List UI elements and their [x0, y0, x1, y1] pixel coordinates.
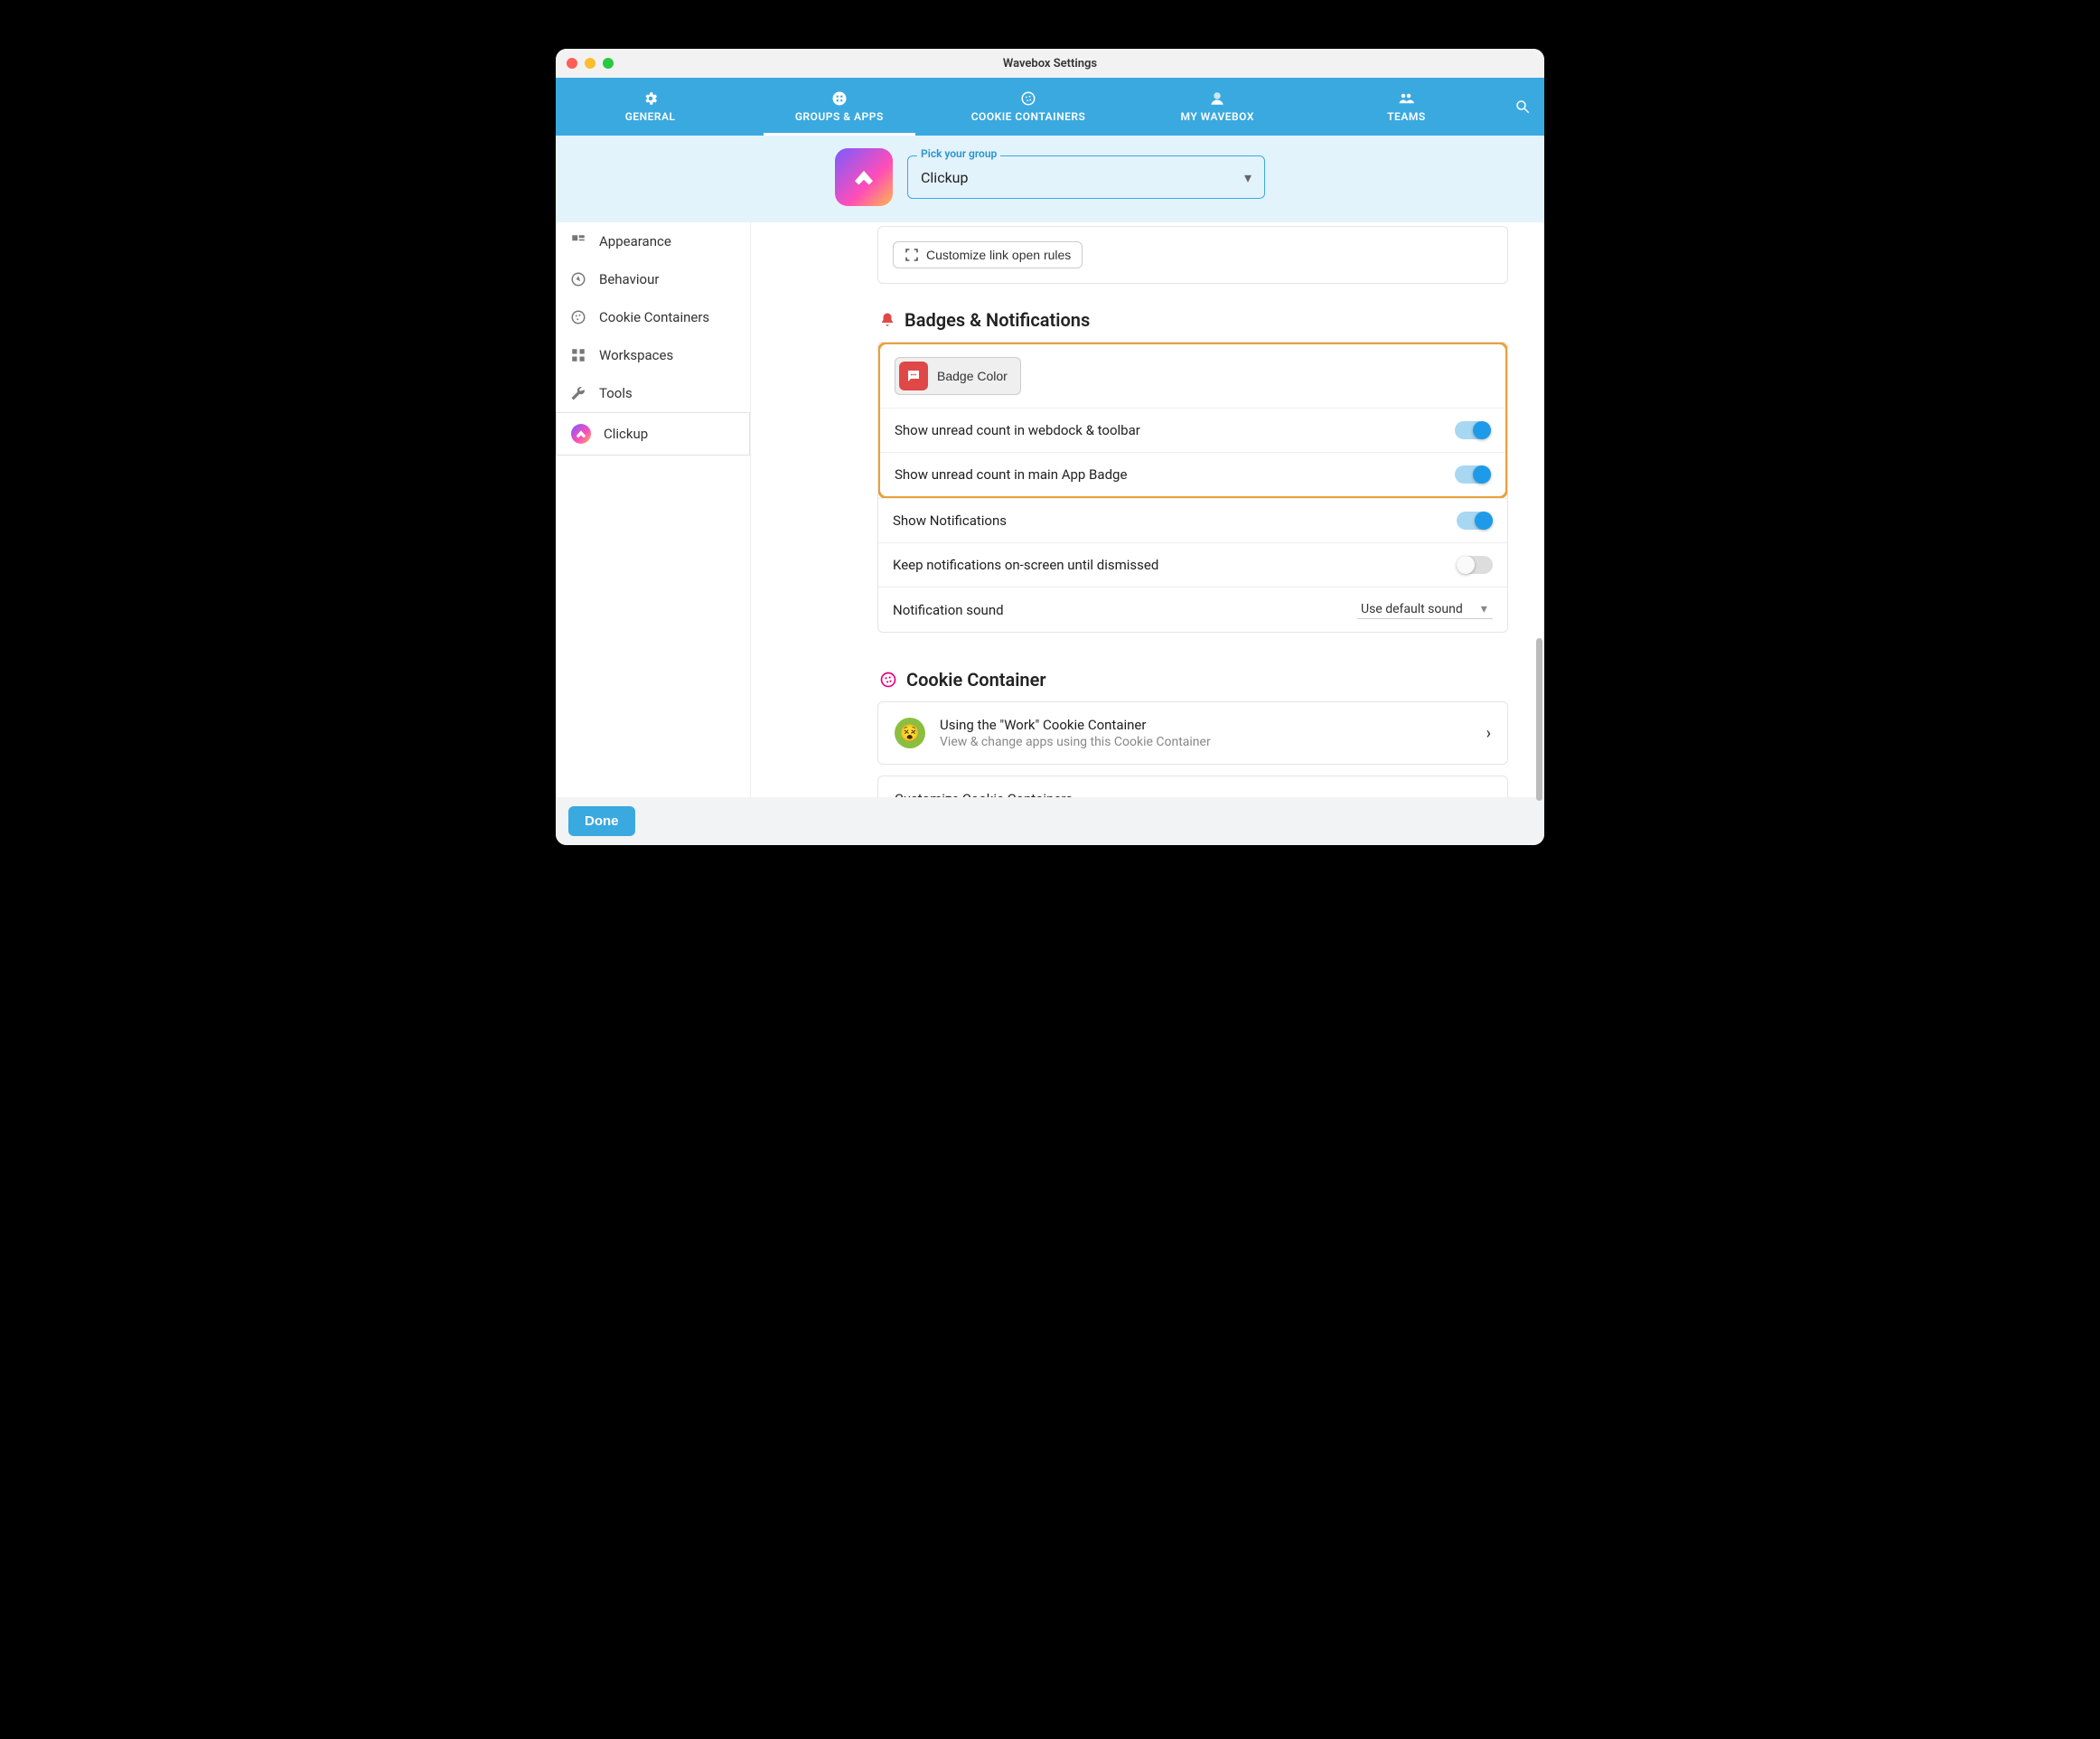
- expand-icon: [905, 248, 919, 262]
- customize-link-open-rules-button[interactable]: Customize link open rules: [893, 241, 1083, 268]
- teams-icon: [1398, 90, 1414, 107]
- dashboard-icon: [570, 233, 586, 249]
- row-text: Using the "Work" Cookie Container View &…: [940, 717, 1211, 749]
- cookie-icon: [879, 671, 897, 689]
- sidebar-item-behaviour[interactable]: Behaviour: [556, 260, 750, 298]
- row-title: Using the "Work" Cookie Container: [940, 717, 1211, 733]
- content-body: Appearance Behaviour Cookie Containers W…: [556, 222, 1544, 797]
- clickup-mini-icon: [571, 424, 591, 444]
- badges-section-heading: Badges & Notifications: [879, 309, 1508, 331]
- badge-color-row: Badge Color: [880, 344, 1505, 408]
- show-notifications-row: Show Notifications: [878, 498, 1507, 542]
- maximize-window-button[interactable]: [603, 58, 614, 69]
- tab-label: MY WAVEBOX: [1180, 110, 1253, 123]
- show-notifications-toggle[interactable]: [1457, 512, 1493, 530]
- row-label: Notification sound: [893, 602, 1004, 618]
- group-picker-legend: Pick your group: [917, 147, 1000, 160]
- sidebar-item-cookie-containers[interactable]: Cookie Containers: [556, 298, 750, 336]
- sidebar-item-label: Appearance: [599, 233, 671, 249]
- bell-icon: [879, 312, 895, 328]
- tab-label: GENERAL: [625, 110, 676, 123]
- badge-color-swatch: [899, 362, 928, 390]
- tab-groups-apps[interactable]: GROUPS & APPS: [745, 78, 933, 136]
- unread-main-toggle[interactable]: [1455, 465, 1491, 484]
- footer: Done: [556, 797, 1544, 845]
- customize-containers-row[interactable]: Customize Cookie Containers Change the n…: [877, 776, 1508, 797]
- close-window-button[interactable]: [567, 58, 577, 69]
- button-label: Badge Color: [937, 369, 1008, 383]
- section-title: Cookie Container: [906, 669, 1046, 691]
- work-container-row[interactable]: 😵 Using the "Work" Cookie Container View…: [877, 701, 1508, 765]
- tab-label: COOKIE CONTAINERS: [971, 110, 1086, 123]
- row-label: Keep notifications on-screen until dismi…: [893, 557, 1158, 573]
- tab-label: GROUPS & APPS: [795, 110, 884, 123]
- tab-general[interactable]: GENERAL: [556, 78, 745, 136]
- badge-color-button[interactable]: Badge Color: [895, 357, 1021, 395]
- notification-sound-row: Notification sound Use default sound ▾: [878, 587, 1507, 632]
- select-value: Use default sound: [1361, 602, 1463, 616]
- row-subtitle: View & change apps using this Cookie Con…: [940, 735, 1211, 749]
- cookie-icon: [570, 309, 586, 325]
- unread-main-row: Show unread count in main App Badge: [880, 452, 1505, 496]
- row-title: Customize Cookie Containers: [895, 791, 1311, 797]
- sidebar-item-label: Tools: [599, 385, 633, 401]
- search-icon: [1514, 99, 1531, 115]
- wrench-icon: [570, 385, 586, 401]
- group-picker-bar: Pick your group Clickup ▾: [556, 136, 1544, 222]
- top-tabs: GENERAL GROUPS & APPS COOKIE CONTAINERS …: [556, 78, 1544, 136]
- sidebar-item-tools[interactable]: Tools: [556, 374, 750, 412]
- button-label: Done: [585, 813, 619, 829]
- sidebar-item-label: Clickup: [604, 426, 648, 442]
- done-button[interactable]: Done: [568, 806, 635, 836]
- badges-panel: Badge Color Show unread count in webdock…: [877, 342, 1508, 633]
- group-picker-value: Clickup: [921, 169, 968, 186]
- grid-icon: [570, 347, 586, 363]
- compass-icon: [570, 271, 586, 287]
- sidebar-item-label: Cookie Containers: [599, 309, 709, 325]
- row-text: Customize Cookie Containers Change the n…: [895, 791, 1311, 797]
- sidebar-item-appearance[interactable]: Appearance: [556, 222, 750, 260]
- window-title: Wavebox Settings: [556, 57, 1544, 70]
- settings-window: Wavebox Settings GENERAL GROUPS & APPS C…: [556, 49, 1544, 845]
- section-title: Badges & Notifications: [905, 309, 1090, 331]
- sidebar-item-label: Behaviour: [599, 271, 659, 287]
- keep-notifications-toggle[interactable]: [1457, 556, 1493, 574]
- keep-notifications-row: Keep notifications on-screen until dismi…: [878, 542, 1507, 587]
- scrollbar-thumb[interactable]: [1536, 638, 1542, 801]
- apps-icon: [831, 90, 848, 107]
- sidebar: Appearance Behaviour Cookie Containers W…: [556, 222, 751, 797]
- chevron-right-icon: ›: [1486, 724, 1491, 743]
- group-picker[interactable]: Pick your group Clickup ▾: [907, 155, 1265, 199]
- clickup-app-icon: [835, 148, 893, 206]
- highlighted-region: Badge Color Show unread count in webdock…: [877, 342, 1508, 499]
- search-button[interactable]: [1501, 78, 1544, 136]
- sidebar-item-workspaces[interactable]: Workspaces: [556, 336, 750, 374]
- main-content: Customize link open rules Badges & Notif…: [751, 222, 1544, 797]
- user-icon: [1209, 90, 1225, 107]
- row-label: Show unread count in main App Badge: [895, 466, 1127, 483]
- link-rules-card: Customize link open rules: [877, 226, 1508, 284]
- unread-webdock-toggle[interactable]: [1455, 421, 1491, 439]
- sidebar-item-clickup[interactable]: Clickup: [556, 412, 750, 456]
- tab-label: TEAMS: [1387, 110, 1425, 123]
- row-label: Show unread count in webdock & toolbar: [895, 422, 1140, 438]
- chevron-down-icon: ▾: [1481, 602, 1487, 616]
- message-icon: [905, 368, 922, 384]
- titlebar: Wavebox Settings: [556, 49, 1544, 78]
- tab-teams[interactable]: TEAMS: [1312, 78, 1501, 136]
- cookie-icon: [1020, 90, 1036, 107]
- tab-cookie-containers[interactable]: COOKIE CONTAINERS: [933, 78, 1122, 136]
- minimize-window-button[interactable]: [585, 58, 595, 69]
- monster-icon: 😵: [895, 718, 925, 748]
- tab-my-wavebox[interactable]: MY WAVEBOX: [1123, 78, 1312, 136]
- row-label: Show Notifications: [893, 512, 1007, 529]
- unread-webdock-row: Show unread count in webdock & toolbar: [880, 408, 1505, 452]
- traffic-lights: [567, 58, 614, 69]
- sidebar-item-label: Workspaces: [599, 347, 673, 363]
- button-label: Customize link open rules: [926, 248, 1071, 262]
- cookie-section-heading: Cookie Container: [879, 669, 1508, 691]
- gear-icon: [642, 90, 659, 107]
- chevron-down-icon: ▾: [1244, 169, 1252, 186]
- notification-sound-select[interactable]: Use default sound ▾: [1357, 600, 1493, 619]
